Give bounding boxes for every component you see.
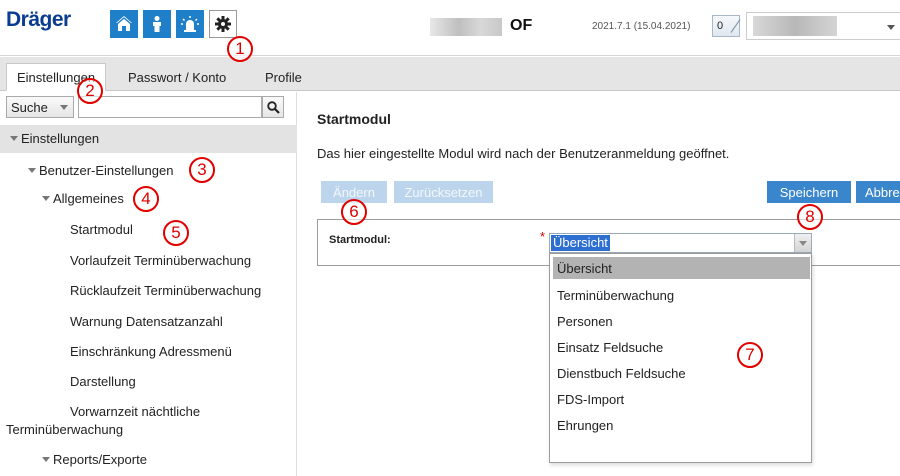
dropdown-option-einsatz-feldsuche[interactable]: Einsatz Feldsuche	[553, 336, 810, 358]
tree-item-reports-exporte[interactable]: Reports/Exporte	[42, 452, 147, 467]
counter-slash-icon	[730, 19, 741, 33]
tree-item-benutzer-einstellungen[interactable]: Benutzer-Einstellungen	[28, 163, 173, 178]
app-module-icons	[110, 10, 237, 38]
annotation-callout-2: 2	[77, 78, 103, 104]
chevron-down-icon	[887, 25, 895, 30]
page-description: Das hier eingestellte Modul wird nach de…	[317, 146, 730, 161]
dropdown-option-dienstbuch-feldsuche[interactable]: Dienstbuch Feldsuche	[553, 362, 810, 384]
annotation-callout-6: 6	[341, 199, 367, 225]
tree-item-ruecklaufzeit[interactable]: Rücklaufzeit Terminüberwachung	[70, 283, 261, 298]
dropdown-option-uebersicht[interactable]: Übersicht	[553, 257, 810, 279]
counter-value: 0	[717, 20, 724, 32]
tab-bar: Einstellungen Passwort / Konto Profile	[0, 57, 900, 91]
search-mode-select[interactable]: Suche	[6, 96, 74, 118]
notification-counter[interactable]: 0	[712, 15, 741, 37]
search-button[interactable]	[262, 96, 284, 118]
home-icon[interactable]	[110, 10, 138, 38]
sidebar-search: Suche	[6, 96, 284, 118]
annotation-callout-5: 5	[163, 220, 189, 246]
dropdown-option-ehrungen[interactable]: Ehrungen	[553, 414, 810, 436]
tree-item-warnung-datensatzanzahl[interactable]: Warnung Datensatzanzahl	[70, 314, 223, 329]
chevron-down-icon	[42, 457, 50, 463]
tree-item-einstellungen[interactable]: Einstellungen	[10, 131, 99, 146]
tree-item-vorwarnzeit-line2[interactable]: Terminüberwachung	[6, 422, 123, 437]
annotation-callout-4: 4	[133, 186, 159, 212]
startmodul-select[interactable]: Übersicht	[549, 233, 812, 253]
annotation-callout-8: 8	[797, 204, 823, 230]
app-header: Dräger OF 2021.7.1 (15.04.2021) 0	[0, 0, 900, 56]
annotation-callout-7: 7	[737, 342, 763, 368]
tab-profile[interactable]: Profile	[255, 63, 312, 91]
org-name-redacted	[430, 18, 502, 36]
annotation-callout-3: 3	[189, 157, 215, 183]
dropdown-option-personen[interactable]: Personen	[553, 310, 810, 332]
tree-item-darstellung[interactable]: Darstellung	[70, 374, 136, 389]
reset-button[interactable]: Zurücksetzen	[394, 181, 493, 203]
dropdown-option-fds-import[interactable]: FDS-Import	[553, 388, 810, 410]
chevron-down-icon[interactable]	[794, 234, 811, 252]
search-icon	[266, 100, 280, 114]
person-icon[interactable]	[143, 10, 171, 38]
tab-passwort-konto[interactable]: Passwort / Konto	[118, 63, 236, 91]
annotation-callout-1: 1	[227, 36, 253, 62]
settings-sidebar: Suche Einstellungen Benutzer-Einstellung…	[0, 92, 297, 476]
alarm-icon[interactable]	[176, 10, 204, 38]
tree-item-vorwarnzeit-line1[interactable]: Vorwarnzeit nächtliche	[70, 404, 200, 419]
user-name-redacted	[753, 16, 837, 36]
save-button[interactable]: Speichern	[767, 181, 851, 203]
dropdown-option-terminueberwachung[interactable]: Terminüberwachung	[553, 284, 810, 306]
required-marker: *	[540, 229, 546, 244]
tree-item-einschraenkung-adressmenue[interactable]: Einschränkung Adressmenü	[70, 344, 232, 359]
user-select[interactable]	[746, 12, 900, 40]
search-input[interactable]	[78, 96, 262, 118]
startmodul-select-value: Übersicht	[551, 235, 610, 251]
tree-item-allgemeines[interactable]: Allgemeines	[42, 191, 124, 206]
version-label: 2021.7.1 (15.04.2021)	[592, 21, 691, 32]
draeger-logo: Dräger	[6, 8, 71, 31]
search-mode-label: Suche	[11, 99, 48, 115]
tree-item-vorlaufzeit[interactable]: Vorlaufzeit Terminüberwachung	[70, 253, 251, 268]
chevron-down-icon	[42, 196, 50, 202]
page-title: Startmodul	[317, 111, 391, 127]
gear-icon[interactable]	[209, 10, 237, 38]
cancel-button[interactable]: Abbrechen	[856, 181, 900, 203]
tree-item-startmodul[interactable]: Startmodul	[70, 222, 133, 237]
chevron-down-icon	[10, 136, 18, 142]
startmodul-dropdown-list: Übersicht Terminüberwachung Personen Ein…	[549, 253, 812, 463]
chevron-down-icon	[60, 105, 68, 110]
chevron-down-icon	[28, 168, 36, 174]
startmodul-label: Startmodul:	[329, 234, 391, 246]
org-name: OF	[510, 17, 533, 34]
